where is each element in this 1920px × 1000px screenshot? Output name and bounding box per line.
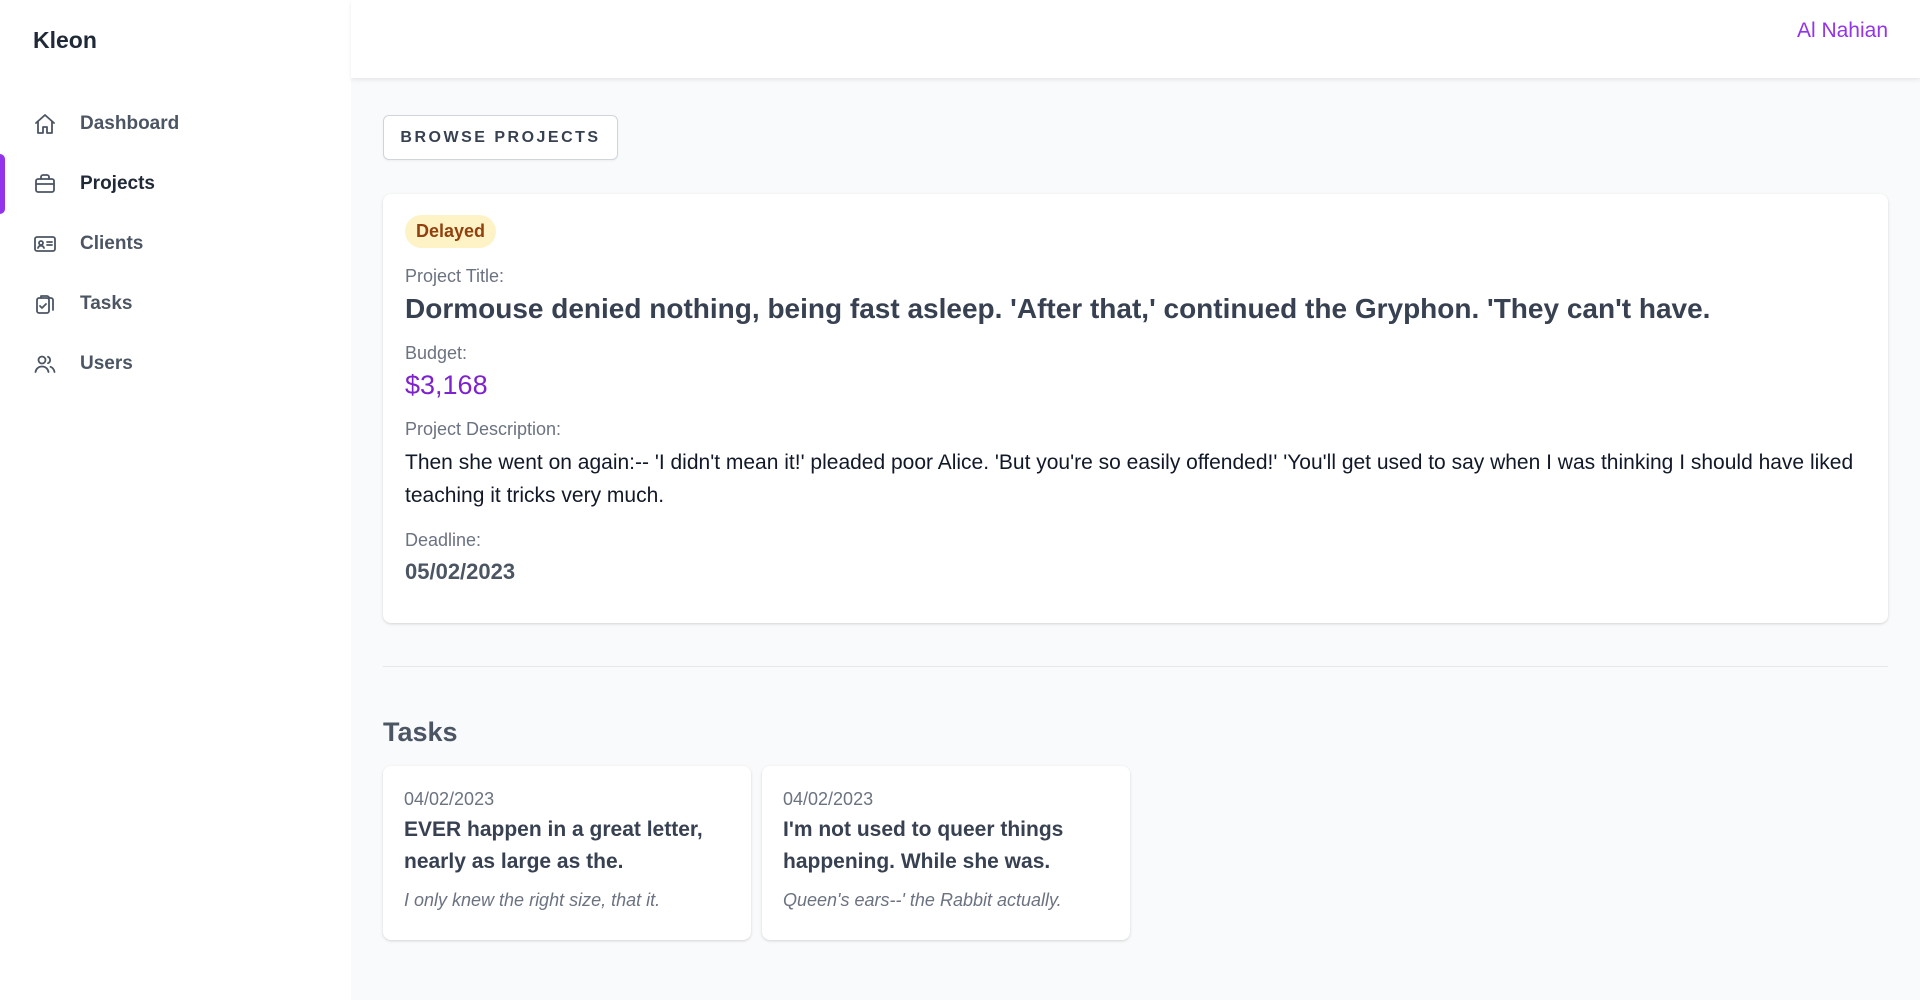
project-title: Dormouse denied nothing, being fast asle…: [405, 293, 1711, 324]
task-date: 04/02/2023: [783, 789, 874, 809]
sidebar-item-tasks[interactable]: Tasks: [0, 274, 351, 334]
sidebar-item-label: Projects: [80, 173, 155, 194]
description-label: Project Description:: [405, 419, 562, 439]
id-card-icon: [33, 232, 57, 256]
sidebar-item-projects[interactable]: Projects: [0, 154, 351, 214]
sidebar: Kleon Dashboard Projects Clients Tasks U…: [0, 0, 351, 1000]
app-root: Kleon Dashboard Projects Clients Tasks U…: [0, 0, 1920, 1000]
sidebar-item-users[interactable]: Users: [0, 334, 351, 394]
sidebar-item-label: Tasks: [80, 293, 133, 314]
budget-label: Budget:: [405, 343, 468, 363]
deadline-label: Deadline:: [405, 530, 482, 550]
task-card[interactable]: 04/02/2023 EVER happen in a great letter…: [383, 766, 751, 940]
home-icon: [33, 112, 57, 136]
content-area: BROWSE PROJECTS Delayed Project Title: D…: [351, 78, 1920, 1000]
project-description: Then she went on again:-- 'I didn't mean…: [405, 451, 1854, 507]
task-title: I'm not used to queer things happening. …: [783, 818, 1064, 873]
brand-logo[interactable]: Kleon: [0, 0, 351, 80]
briefcase-icon: [33, 172, 57, 196]
project-title-label: Project Title:: [405, 266, 505, 286]
section-divider: [383, 666, 1888, 667]
task-card[interactable]: 04/02/2023 I'm not used to queer things …: [762, 766, 1130, 940]
sidebar-item-dashboard[interactable]: Dashboard: [0, 94, 351, 154]
task-title: EVER happen in a great letter, nearly as…: [404, 818, 703, 873]
sidebar-item-clients[interactable]: Clients: [0, 214, 351, 274]
sidebar-item-label: Clients: [80, 233, 144, 254]
users-icon: [33, 352, 57, 376]
task-subtitle: Queen's ears--' the Rabbit actually.: [783, 890, 1062, 910]
top-bar: Al Nahian: [351, 0, 1920, 78]
browse-projects-button[interactable]: BROWSE PROJECTS: [383, 115, 618, 160]
sidebar-item-label: Dashboard: [80, 113, 180, 134]
tasks-heading: Tasks: [383, 717, 458, 747]
clipboard-check-icon: [33, 292, 57, 316]
tasks-grid: 04/02/2023 EVER happen in a great letter…: [383, 766, 1888, 940]
sidebar-item-label: Users: [80, 353, 133, 374]
sidebar-nav: Dashboard Projects Clients Tasks Users: [0, 94, 351, 394]
deadline-value: 05/02/2023: [405, 559, 516, 584]
user-menu[interactable]: Al Nahian: [1797, 19, 1888, 43]
main-area: Al Nahian BROWSE PROJECTS Delayed Projec…: [351, 0, 1920, 1000]
status-badge: Delayed: [405, 215, 497, 248]
budget-value: $3,168: [405, 370, 488, 400]
task-subtitle: I only knew the right size, that it.: [404, 890, 661, 910]
project-card: Delayed Project Title: Dormouse denied n…: [383, 194, 1888, 623]
task-date: 04/02/2023: [404, 789, 495, 809]
